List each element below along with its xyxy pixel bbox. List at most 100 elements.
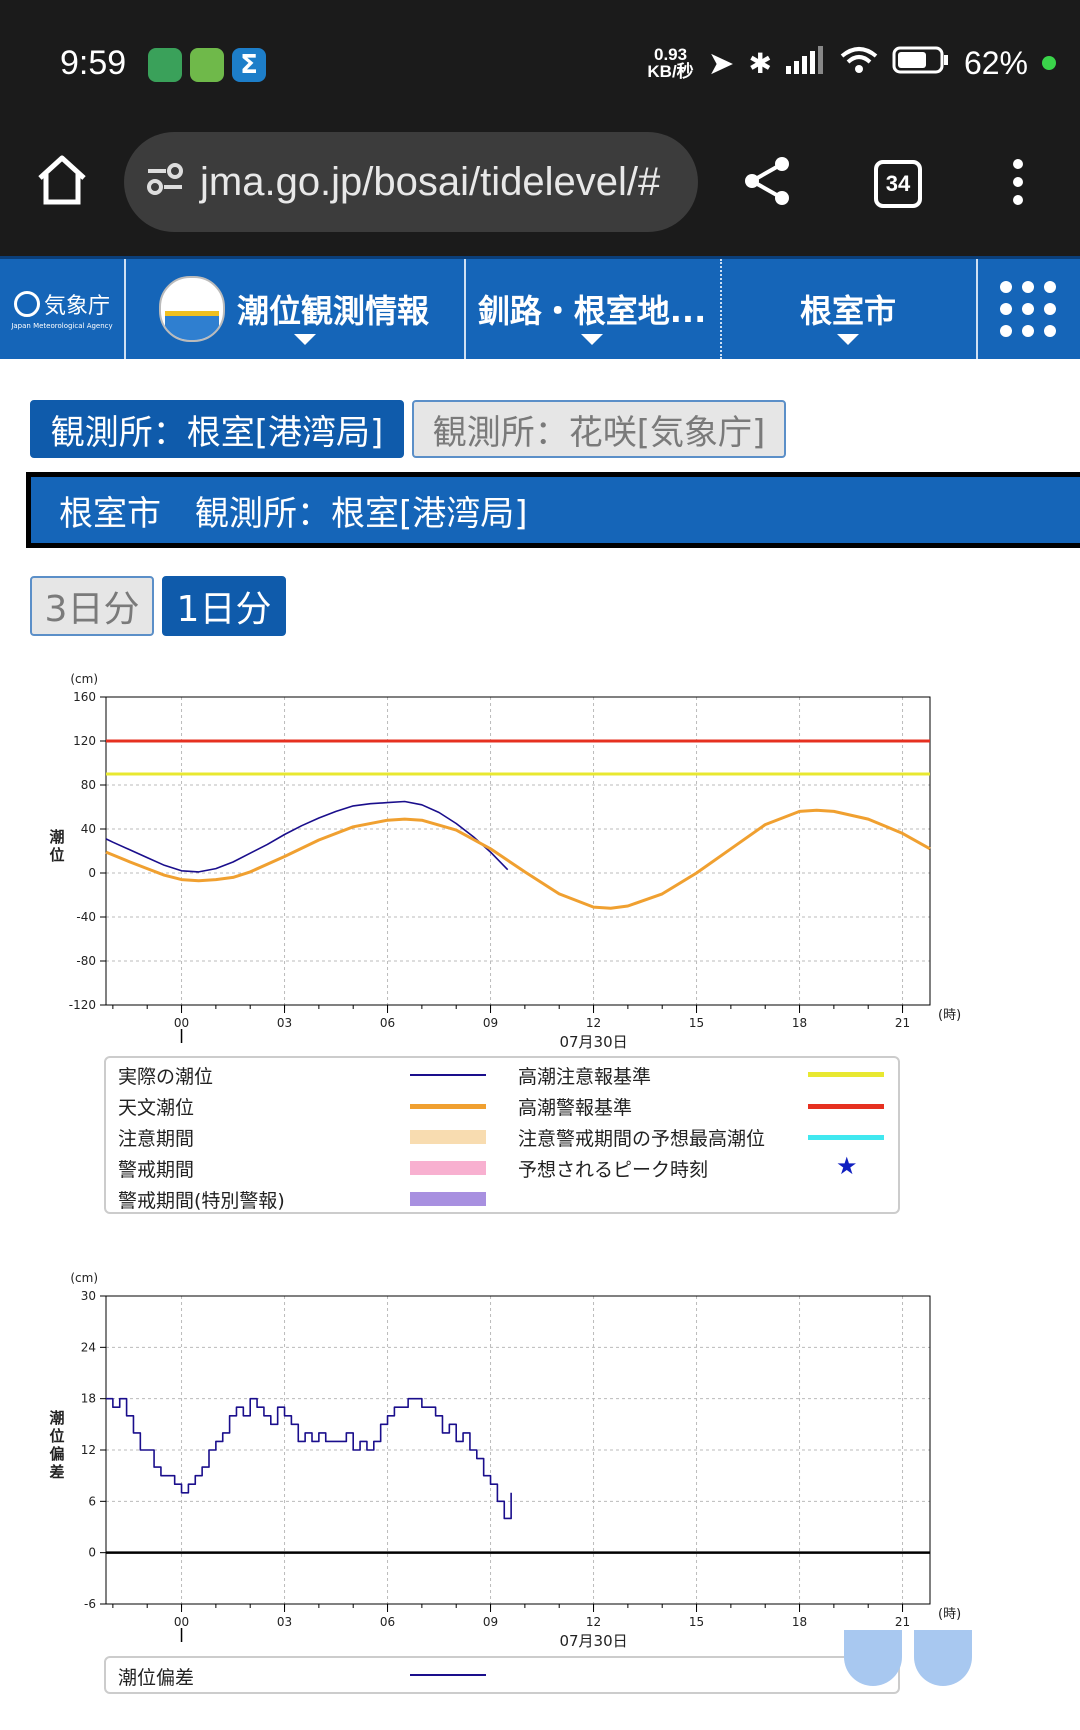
y-axis-label: 潮: [49, 1409, 64, 1427]
url-bar[interactable]: jma.go.jp/bosai/tidelevel/#: [124, 132, 698, 232]
legend-label-astronomical: 天文潮位: [118, 1097, 195, 1119]
legend-label-deviation: 潮位偏差: [118, 1667, 195, 1689]
y-tick-label: -40: [76, 910, 96, 924]
x-tick-label: 09: [483, 1615, 498, 1629]
x-tick-label: 21: [895, 1016, 910, 1030]
x-tick-label: 00: [174, 1016, 189, 1030]
legend-swatch-deviation: [410, 1674, 486, 1676]
jma-logo[interactable]: 気象庁 Japan Meteorological Agency: [0, 259, 126, 359]
status-bar: 9:59 Σ 0.93 KB/秒 ➤ ✱ 62%: [0, 0, 1080, 128]
legend-label-predicted-max: 注意警戒期間の予想最高潮位: [518, 1128, 766, 1150]
more-menu-icon[interactable]: [1010, 158, 1026, 210]
x-tick-label: 18: [792, 1016, 807, 1030]
x-unit-label: (時): [938, 1008, 961, 1023]
home-icon[interactable]: [34, 154, 90, 210]
period-tab-3day[interactable]: 3日分: [30, 576, 154, 636]
android-app-icon: [190, 48, 224, 82]
charging-dot-icon: [1042, 56, 1056, 70]
tide-station-icon: [158, 276, 225, 342]
legend-label-warning: 高潮警報基準: [518, 1097, 633, 1119]
legend-swatch-caution-period: [410, 1130, 486, 1144]
deviation-chart-legend: 潮位偏差: [104, 1656, 900, 1694]
period-tab-1day[interactable]: 1日分: [162, 576, 286, 636]
security-app-icon: [148, 48, 182, 82]
tide-chart-legend: 実際の潮位 天文潮位 注意期間 警戒期間 警戒期間(特別警報) 高潮注意報基準 …: [104, 1056, 900, 1214]
jma-emblem-icon: [13, 291, 40, 317]
sigma-app-icon: Σ: [232, 48, 266, 82]
tide-level-chart: 160 120 80 40 0 -40 -80 -120 00 03 06 09 12 15 18 21 (cm…: [49, 672, 961, 1051]
legend-swatch-astronomical: [410, 1104, 486, 1109]
bluetooth-icon: ✱: [748, 47, 772, 79]
x-tick-label: 06: [380, 1016, 395, 1030]
legend-swatch-actual: [410, 1074, 486, 1076]
chevron-down-icon: [294, 334, 316, 345]
floating-assistant-button-2[interactable]: [914, 1630, 972, 1686]
chevron-down-icon: [581, 334, 603, 345]
network-speed: 0.93 KB/秒: [647, 45, 694, 81]
series-line-actual: [106, 1397, 512, 1520]
plot-frame: [105, 1295, 931, 1605]
legend-swatch-warning-period: [410, 1161, 486, 1175]
nav-region-menu[interactable]: 釧路・根室地...: [464, 259, 722, 359]
y-tick-label: -120: [69, 998, 96, 1012]
location-icon: ➤: [707, 45, 735, 81]
clock: 9:59: [60, 44, 127, 82]
plot-frame: [105, 696, 931, 1006]
y-tick-label: 24: [81, 1340, 96, 1354]
unit-label: (cm): [70, 672, 98, 686]
y-axis-label: 位: [49, 1427, 64, 1445]
station-tab-nemuro-port[interactable]: 観測所：根室[港湾局]: [30, 400, 404, 458]
y-tick-label: 40: [81, 822, 96, 836]
legend-label-special-period: 警戒期間(特別警報): [118, 1190, 285, 1212]
x-tick-label: 12: [586, 1615, 601, 1629]
x-tick-label: 21: [895, 1615, 910, 1629]
wifi-icon: [840, 45, 878, 82]
legend-label-advisory: 高潮注意報基準: [518, 1066, 652, 1088]
y-tick-label: 30: [81, 1289, 96, 1303]
x-tick-label: 12: [586, 1016, 601, 1030]
x-tick-label: 18: [792, 1615, 807, 1629]
y-tick-label: 80: [81, 778, 96, 792]
y-tick-label: -80: [76, 954, 96, 968]
x-tick-label: 09: [483, 1016, 498, 1030]
battery-icon: [892, 45, 950, 82]
legend-label-actual: 実際の潮位: [118, 1066, 214, 1088]
legend-swatch-warning: [808, 1104, 884, 1109]
y-tick-label: -6: [84, 1597, 96, 1611]
x-axis-label: 07月30日: [559, 1033, 627, 1051]
signal-icon: [785, 45, 826, 82]
station-tab-hanasaki[interactable]: 観測所：花咲[気象庁]: [412, 400, 786, 458]
y-tick-label: 12: [81, 1443, 96, 1457]
chevron-down-icon: [837, 334, 859, 345]
tide-deviation-chart: 30 24 18 12 6 0 -6 00 03 06 09 12 15 18 21 (cm) (時) 07月30…: [49, 1271, 961, 1650]
x-axis-label: 07月30日: [559, 1632, 627, 1650]
grid-menu-icon[interactable]: [976, 259, 1080, 359]
floating-assistant-button[interactable]: [844, 1630, 902, 1686]
y-axis-label: 差: [49, 1463, 64, 1481]
y-tick-label: 160: [73, 690, 96, 704]
tab-switcher-button[interactable]: 34: [874, 160, 922, 208]
battery-level: 62%: [963, 44, 1028, 81]
browser-toolbar: jma.go.jp/bosai/tidelevel/# 34: [0, 128, 1080, 256]
legend-swatch-advisory: [808, 1072, 884, 1077]
share-icon[interactable]: [742, 154, 794, 212]
url-text: jma.go.jp/bosai/tidelevel/#: [200, 159, 661, 204]
station-heading: 根室市 観測所：根室[港湾局]: [26, 472, 1080, 548]
unit-label: (cm): [70, 1271, 98, 1285]
x-tick-label: 03: [277, 1615, 292, 1629]
x-tick-label: 15: [689, 1016, 704, 1030]
y-axis-label: 潮: [49, 828, 64, 846]
legend-label-caution-period: 注意期間: [118, 1128, 195, 1150]
legend-swatch-special-period: [410, 1192, 486, 1206]
y-tick-label: 18: [81, 1392, 96, 1406]
x-tick-label: 06: [380, 1615, 395, 1629]
nav-section-menu[interactable]: 潮位観測情報: [124, 259, 466, 359]
x-unit-label: (時): [938, 1607, 961, 1622]
y-tick-label: 0: [88, 1546, 96, 1560]
site-nav: 気象庁 Japan Meteorological Agency 潮位観測情報 釧…: [0, 256, 1080, 359]
nav-city-menu[interactable]: 根室市: [720, 259, 978, 359]
legend-label-warning-period: 警戒期間: [118, 1159, 195, 1181]
site-settings-icon[interactable]: [146, 160, 184, 205]
series-line-actual: [105, 800, 509, 873]
legend-swatch-predicted-max: [808, 1135, 884, 1140]
